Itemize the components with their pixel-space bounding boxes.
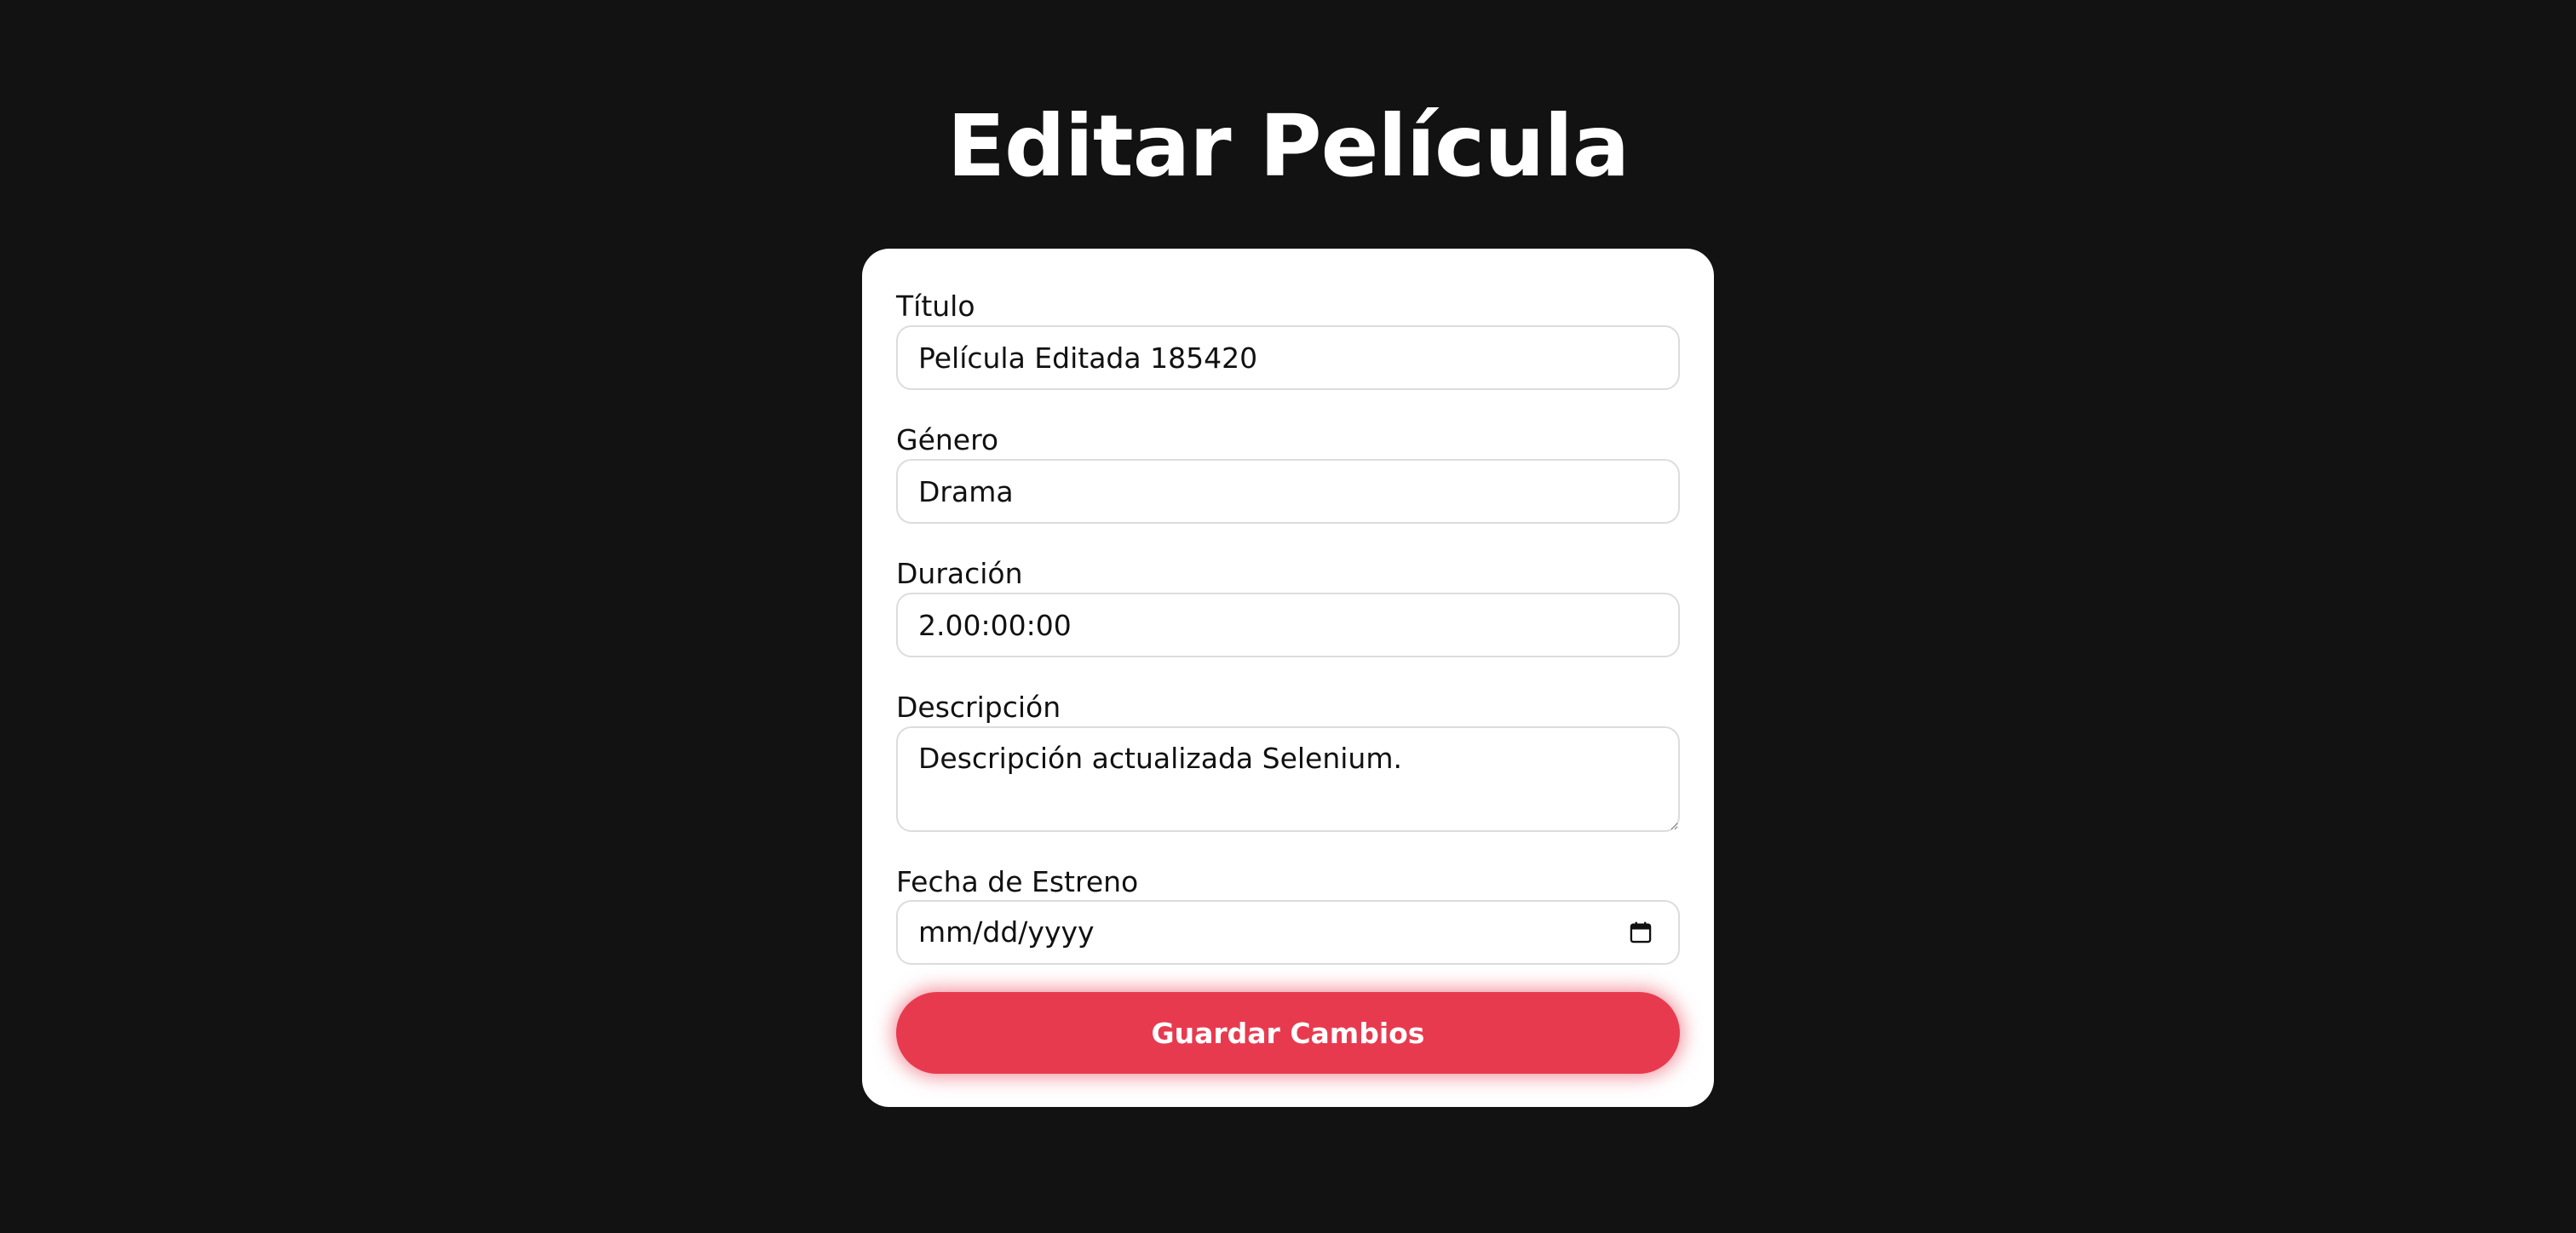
fecha-estreno-label: Fecha de Estreno (896, 865, 1139, 898)
duracion-label: Duración (896, 557, 1023, 590)
calendar-icon[interactable] (1629, 920, 1653, 944)
page-title: Editar Película (946, 96, 1630, 196)
genero-label: Género (896, 423, 999, 456)
fecha-estreno-placeholder: mm/dd/yyyy (918, 915, 1095, 949)
genero-input[interactable] (896, 459, 1680, 524)
save-changes-button[interactable]: Guardar Cambios (896, 992, 1680, 1074)
fecha-estreno-input[interactable]: mm/dd/yyyy (896, 900, 1680, 965)
titulo-input[interactable] (896, 325, 1680, 390)
descripcion-textarea[interactable]: Descripción actualizada Selenium. (896, 726, 1680, 832)
edit-movie-form: Título Género Duración Descripción Descr… (862, 249, 1714, 1107)
duracion-input[interactable] (896, 593, 1680, 657)
titulo-label: Título (896, 290, 975, 323)
descripcion-label: Descripción (896, 691, 1061, 724)
